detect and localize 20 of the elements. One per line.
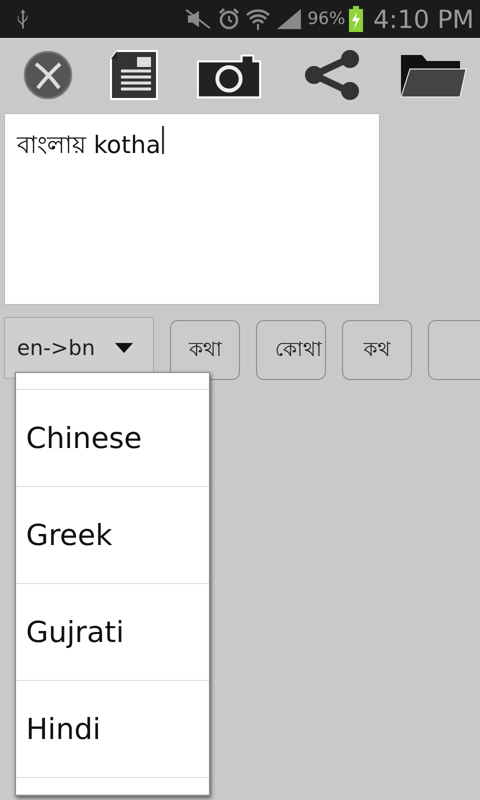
- text-cursor: [162, 126, 164, 154]
- clock: 4:10 PM: [373, 4, 474, 34]
- battery-percent: 96%: [307, 9, 346, 29]
- suggestion-button[interactable]: কোথা: [256, 320, 326, 380]
- language-dropdown[interactable]: en->bn: [4, 317, 154, 379]
- text-input-field[interactable]: বাংলায় kotha: [4, 113, 380, 305]
- usb-icon: [16, 8, 30, 30]
- wifi-icon: [245, 7, 272, 31]
- input-text: বাংলায় kotha: [17, 130, 161, 161]
- alarm-icon: [217, 7, 242, 31]
- dropdown-item[interactable]: Hindi: [16, 681, 209, 778]
- dropdown-arrow-icon: [115, 343, 134, 353]
- dropdown-item[interactable]: Gujrati: [16, 584, 209, 681]
- suggestion-button[interactable]: কথা: [170, 320, 240, 380]
- battery-charging-icon: [349, 6, 364, 32]
- dropdown-item[interactable]: Chinese: [16, 390, 209, 487]
- close-icon[interactable]: [22, 49, 74, 101]
- suggestion-button[interactable]: কথ: [342, 320, 412, 380]
- dropdown-item[interactable]: Greek: [16, 487, 209, 584]
- signal-icon: [275, 8, 304, 30]
